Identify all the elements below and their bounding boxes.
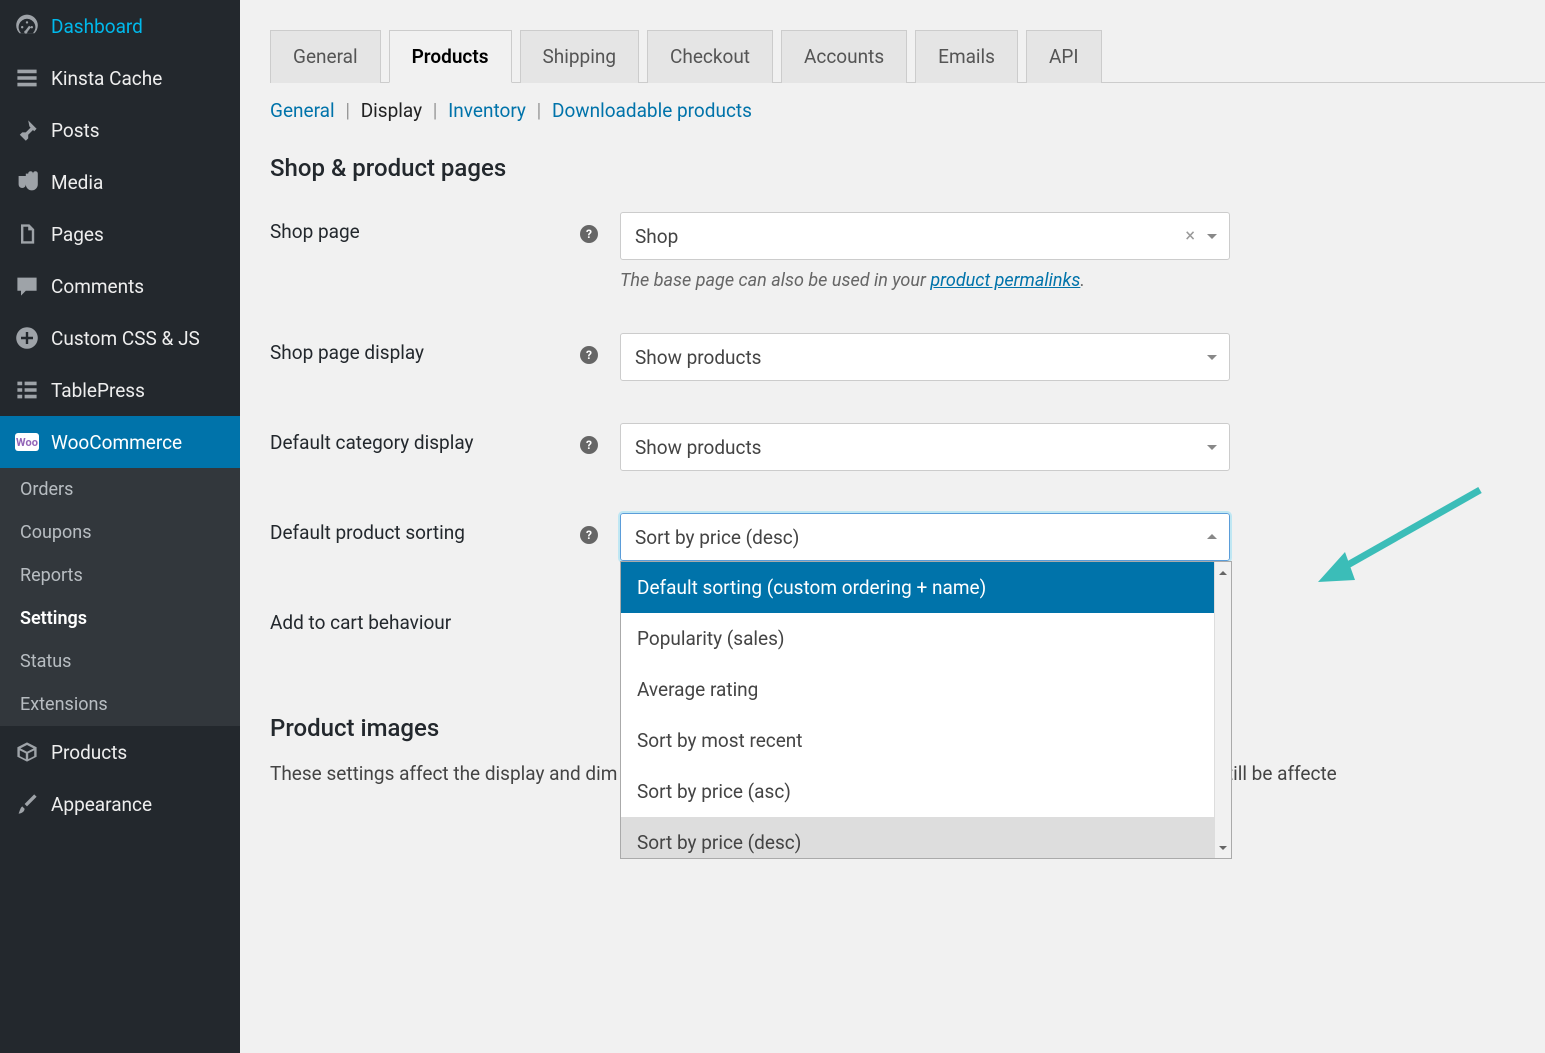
help-icon[interactable]: ? xyxy=(580,526,598,544)
row-shop-page: Shop page ? Shop × The base page can als… xyxy=(270,212,1545,291)
tab-accounts[interactable]: Accounts xyxy=(781,30,907,83)
row-shop-page-display: Shop page display ? Show products xyxy=(270,333,1545,381)
shop-page-hint: The base page can also be used in your p… xyxy=(620,270,1230,291)
default-category-display-value: Show products xyxy=(635,436,762,459)
pages-icon xyxy=(15,222,39,246)
sidebar-item-label: Posts xyxy=(51,119,100,142)
sidebar-item-dashboard[interactable]: Dashboard xyxy=(0,0,240,52)
sidebar-item-label: WooCommerce xyxy=(51,431,182,454)
sort-option-price-asc[interactable]: Sort by price (asc) xyxy=(621,766,1214,817)
list-icon xyxy=(15,378,39,402)
shop-page-select[interactable]: Shop × xyxy=(620,212,1230,260)
default-product-sorting-select[interactable]: Sort by price (desc) xyxy=(620,513,1230,561)
tab-shipping[interactable]: Shipping xyxy=(520,30,640,83)
sidebar-item-appearance[interactable]: Appearance xyxy=(0,778,240,830)
submenu-item-reports[interactable]: Reports xyxy=(0,554,240,597)
label-default-product-sorting: Default product sorting xyxy=(270,513,580,544)
submenu-item-status[interactable]: Status xyxy=(0,640,240,683)
tab-checkout[interactable]: Checkout xyxy=(647,30,773,83)
main-content: General Products Shipping Checkout Accou… xyxy=(240,0,1545,1053)
tab-products[interactable]: Products xyxy=(389,30,512,83)
settings-tabs: General Products Shipping Checkout Accou… xyxy=(270,30,1545,83)
gauge-icon xyxy=(15,14,39,38)
sidebar-item-label: Products xyxy=(51,741,127,764)
scroll-down-icon[interactable] xyxy=(1215,841,1231,858)
tab-api[interactable]: API xyxy=(1026,30,1102,83)
subtab-general[interactable]: General xyxy=(270,99,335,122)
sidebar-item-label: Custom CSS & JS xyxy=(51,327,200,350)
sidebar-item-label: Comments xyxy=(51,275,144,298)
label-shop-page-display: Shop page display xyxy=(270,333,580,364)
chevron-down-icon xyxy=(1207,234,1217,244)
sorting-dropdown: Default sorting (custom ordering + name)… xyxy=(620,561,1232,859)
tab-emails[interactable]: Emails xyxy=(915,30,1018,83)
clear-icon[interactable]: × xyxy=(1185,226,1195,247)
sidebar-item-tablepress[interactable]: TablePress xyxy=(0,364,240,416)
sidebar-item-label: Pages xyxy=(51,223,104,246)
chevron-down-icon xyxy=(1207,445,1217,455)
submenu-item-settings[interactable]: Settings xyxy=(0,597,240,640)
section-title-shop-pages: Shop & product pages xyxy=(270,154,1545,182)
help-icon[interactable]: ? xyxy=(580,436,598,454)
media-icon xyxy=(15,170,39,194)
sidebar-item-label: Appearance xyxy=(51,793,152,816)
shop-page-display-value: Show products xyxy=(635,346,762,369)
sidebar-item-label: Media xyxy=(51,171,103,194)
sort-option-recent[interactable]: Sort by most recent xyxy=(621,715,1214,766)
row-default-category-display: Default category display ? Show products xyxy=(270,423,1545,471)
sidebar-item-posts[interactable]: Posts xyxy=(0,104,240,156)
admin-sidebar: Dashboard Kinsta Cache Posts Media Pages… xyxy=(0,0,240,1053)
shop-page-value: Shop xyxy=(635,225,678,248)
sort-option-rating[interactable]: Average rating xyxy=(621,664,1214,715)
sidebar-item-comments[interactable]: Comments xyxy=(0,260,240,312)
subtab-display[interactable]: Display xyxy=(361,99,422,122)
subtab-inventory[interactable]: Inventory xyxy=(448,99,526,122)
sidebar-item-woocommerce[interactable]: Woo WooCommerce xyxy=(0,416,240,468)
dropdown-scrollbar[interactable] xyxy=(1214,562,1231,858)
label-shop-page: Shop page xyxy=(270,212,580,243)
label-add-to-cart: Add to cart behaviour xyxy=(270,603,580,634)
label-default-category-display: Default category display xyxy=(270,423,580,454)
box-icon xyxy=(15,740,39,764)
sidebar-item-label: Kinsta Cache xyxy=(51,67,162,90)
comment-icon xyxy=(15,274,39,298)
woocommerce-submenu: Orders Coupons Reports Settings Status E… xyxy=(0,468,240,726)
pin-icon xyxy=(15,118,39,142)
kinsta-icon xyxy=(15,66,39,90)
sort-option-price-desc[interactable]: Sort by price (desc) xyxy=(621,817,1214,858)
sidebar-item-media[interactable]: Media xyxy=(0,156,240,208)
brush-icon xyxy=(15,792,39,816)
subtab-downloadable[interactable]: Downloadable products xyxy=(552,99,752,122)
sidebar-item-pages[interactable]: Pages xyxy=(0,208,240,260)
permalinks-link[interactable]: product permalinks xyxy=(930,270,1080,291)
sort-option-default[interactable]: Default sorting (custom ordering + name) xyxy=(621,562,1214,613)
woo-icon: Woo xyxy=(15,430,39,454)
plus-circle-icon xyxy=(15,326,39,350)
shop-page-display-select[interactable]: Show products xyxy=(620,333,1230,381)
chevron-down-icon xyxy=(1207,355,1217,365)
default-category-display-select[interactable]: Show products xyxy=(620,423,1230,471)
help-icon[interactable]: ? xyxy=(580,225,598,243)
default-product-sorting-value: Sort by price (desc) xyxy=(635,526,799,549)
submenu-item-orders[interactable]: Orders xyxy=(0,468,240,511)
submenu-item-coupons[interactable]: Coupons xyxy=(0,511,240,554)
sidebar-item-kinsta-cache[interactable]: Kinsta Cache xyxy=(0,52,240,104)
sidebar-item-label: TablePress xyxy=(51,379,145,402)
products-subtabs: General | Display | Inventory | Download… xyxy=(270,83,1545,132)
sort-option-popularity[interactable]: Popularity (sales) xyxy=(621,613,1214,664)
submenu-item-extensions[interactable]: Extensions xyxy=(0,683,240,726)
scroll-up-icon[interactable] xyxy=(1215,562,1231,579)
tab-general[interactable]: General xyxy=(270,30,381,83)
sidebar-item-custom-css-js[interactable]: Custom CSS & JS xyxy=(0,312,240,364)
chevron-up-icon xyxy=(1207,529,1217,539)
row-default-product-sorting: Default product sorting ? Sort by price … xyxy=(270,513,1545,561)
sidebar-item-products[interactable]: Products xyxy=(0,726,240,778)
help-icon[interactable]: ? xyxy=(580,346,598,364)
sidebar-item-label: Dashboard xyxy=(51,15,143,38)
